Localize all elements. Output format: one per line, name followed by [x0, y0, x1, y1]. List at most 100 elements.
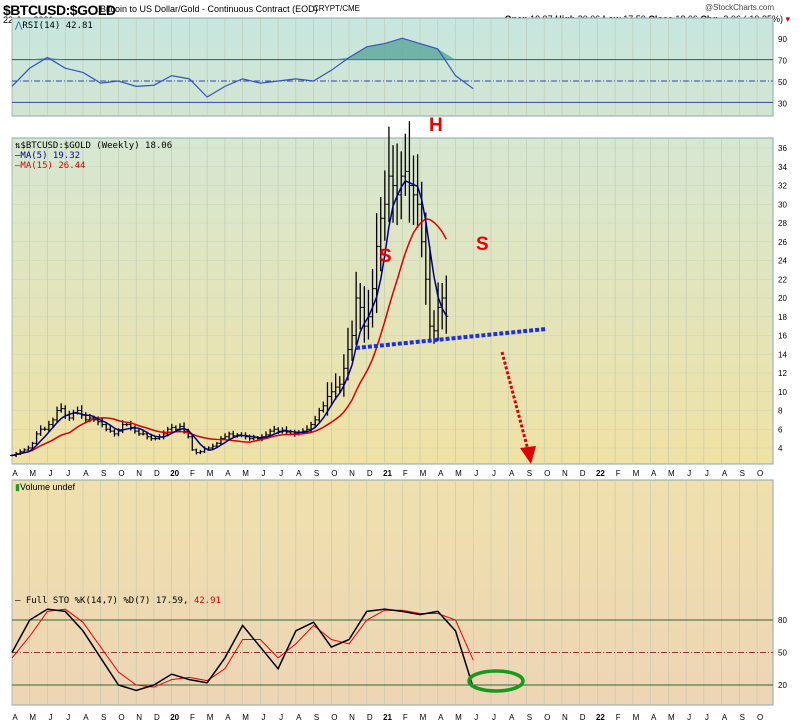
- sto-tick-label: 20: [778, 681, 787, 690]
- x-tick-label: O: [757, 713, 763, 722]
- rsi-tick-label: 30: [778, 99, 787, 108]
- sto-tick-label: 80: [778, 616, 787, 625]
- x-tick-label: M: [29, 469, 36, 478]
- rsi-tick-label: 70: [778, 57, 787, 66]
- x-tick-label: 21: [383, 469, 392, 478]
- x-tick-label: S: [740, 469, 745, 478]
- x-tick-label: J: [687, 469, 691, 478]
- x-tick-label: A: [509, 713, 515, 722]
- price-tick-label: 22: [778, 275, 787, 284]
- x-tick-label: 22: [596, 469, 605, 478]
- x-tick-label: 20: [170, 469, 179, 478]
- x-tick-label: D: [580, 469, 586, 478]
- x-tick-label: A: [296, 469, 302, 478]
- price-tick-label: 10: [778, 388, 787, 397]
- x-tick-label: N: [349, 713, 355, 722]
- x-tick-label: M: [668, 713, 675, 722]
- price-tick-label: 36: [778, 144, 787, 153]
- x-tick-label: A: [83, 713, 89, 722]
- x-tick-label: D: [154, 469, 160, 478]
- x-tick-label: S: [101, 713, 106, 722]
- volume-sto-panel: [11, 479, 774, 706]
- x-tick-label: O: [331, 713, 337, 722]
- x-tick-label: M: [242, 713, 249, 722]
- price-tick-label: 20: [778, 294, 787, 303]
- x-tick-label: J: [474, 469, 478, 478]
- x-tick-label: N: [136, 713, 142, 722]
- x-tick-label: F: [403, 469, 408, 478]
- rsi-label: ⋀RSI(14) 42.81: [15, 21, 93, 31]
- x-tick-label: S: [314, 713, 319, 722]
- x-tick-label: J: [279, 713, 283, 722]
- x-tick-label: A: [651, 469, 657, 478]
- x-tick-label: O: [544, 469, 550, 478]
- x-tick-label: A: [83, 469, 89, 478]
- sto-label: — Full STO %K(14,7) %D(7) 17.59, 42.91: [15, 596, 221, 606]
- price-tick-label: 18: [778, 313, 787, 322]
- x-tick-label: J: [492, 469, 496, 478]
- x-tick-label: F: [616, 469, 621, 478]
- price-tick-label: 30: [778, 200, 787, 209]
- volume-label-text: Volume undef: [19, 482, 75, 492]
- x-tick-label: A: [12, 469, 18, 478]
- price-tick-label: 26: [778, 238, 787, 247]
- price-tick-label: 32: [778, 182, 787, 191]
- x-tick-label: M: [207, 713, 214, 722]
- price-label: ⇅$BTCUSD:$GOLD (Weekly) 18.06: [15, 141, 172, 151]
- x-tick-label: J: [474, 713, 478, 722]
- x-tick-label: S: [101, 469, 106, 478]
- x-tick-label: A: [438, 713, 444, 722]
- x-tick-label: J: [48, 713, 52, 722]
- price-tick-label: 4: [778, 444, 783, 453]
- x-tick-label: M: [420, 469, 427, 478]
- x-tick-label: S: [314, 469, 319, 478]
- x-tick-label: S: [527, 713, 532, 722]
- x-tick-label: M: [242, 469, 249, 478]
- x-tick-label: O: [118, 713, 124, 722]
- x-tick-label: 20: [170, 713, 179, 722]
- x-tick-label: M: [420, 713, 427, 722]
- price-tick-label: 28: [778, 219, 787, 228]
- rsi-tick-label: 90: [778, 35, 787, 44]
- x-tick-label: A: [722, 469, 728, 478]
- left-shoulder-label: S: [379, 246, 392, 267]
- rsi-label-text: RSI(14) 42.81: [22, 21, 93, 31]
- x-tick-label: J: [687, 713, 691, 722]
- rsi-tick-label: 50: [778, 78, 787, 87]
- x-tick-label: D: [154, 713, 160, 722]
- x-tick-label: A: [509, 469, 515, 478]
- right-shoulder-label: S: [476, 234, 489, 255]
- x-tick-label: J: [705, 713, 709, 722]
- x-tick-label: J: [279, 469, 283, 478]
- x-tick-label: J: [48, 469, 52, 478]
- price-tick-label: 6: [778, 425, 783, 434]
- x-tick-label: D: [580, 713, 586, 722]
- ma5-legend: —MA(5) 19.32: [15, 151, 81, 161]
- chart-svg: A A M M J J J J A A S S O O N N D D 20 20 F F M M A A M M J J J J A A S S O O…: [10, 17, 787, 722]
- x-tick-label: A: [651, 713, 657, 722]
- sto-tick-label: 50: [778, 649, 787, 658]
- x-tick-label: A: [438, 469, 444, 478]
- ma15-legend-text: MA(15) 26.44: [20, 161, 86, 171]
- x-tick-label: F: [190, 469, 195, 478]
- x-tick-label: F: [190, 713, 195, 722]
- x-tick-label: O: [544, 713, 550, 722]
- x-tick-label: N: [562, 469, 568, 478]
- x-tick-label: M: [668, 469, 675, 478]
- x-tick-label: S: [527, 469, 532, 478]
- x-tick-label: F: [403, 713, 408, 722]
- x-tick-label: O: [118, 469, 124, 478]
- price-tick-label: 12: [778, 369, 787, 378]
- price-label-text: $BTCUSD:$GOLD (Weekly) 18.06: [20, 141, 173, 151]
- x-tick-label: A: [225, 469, 231, 478]
- x-tick-label: M: [633, 713, 640, 722]
- x-tick-label: M: [29, 713, 36, 722]
- x-tick-label: N: [349, 469, 355, 478]
- price-tick-label: 8: [778, 407, 783, 416]
- x-tick-label: F: [616, 713, 621, 722]
- x-tick-label: M: [455, 469, 462, 478]
- x-tick-label: J: [492, 713, 496, 722]
- x-tick-label: A: [296, 713, 302, 722]
- x-tick-label: J: [66, 713, 70, 722]
- x-tick-label: O: [757, 469, 763, 478]
